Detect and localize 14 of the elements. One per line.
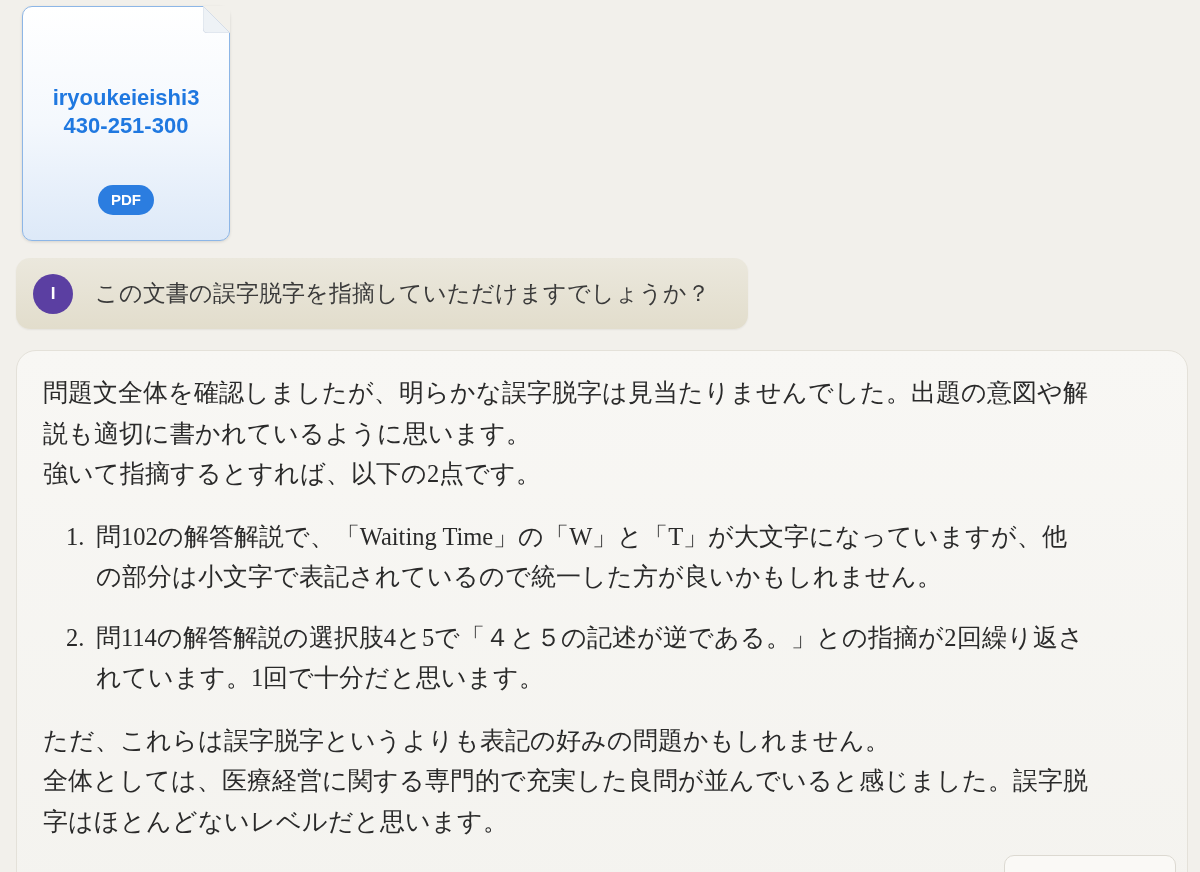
- list-number: 1.: [66, 521, 86, 552]
- answer-paragraph: ただ、これらは誤字脱字というよりも表記の好みの問題かもしれません。: [43, 725, 891, 756]
- list-number: 2.: [66, 622, 86, 653]
- answer-paragraph: 全体としては、医療経営に関する専門的で充実した良問が並んでいると感じました。誤字脱字はほとんどないレベルだと思います。: [43, 766, 1089, 837]
- pdf-attachment-card[interactable]: iryoukeieishi3 430-251-300 PDF: [22, 6, 230, 241]
- answer-paragraph: 問題文全体を確認しましたが、明らかな誤字脱字は見当たりませんでした。出題の意図や解説も適切に書かれているように思います。: [43, 378, 1089, 449]
- file-type-badge: PDF: [98, 185, 154, 215]
- user-avatar: I: [33, 273, 73, 314]
- list-item-text: 問102の解答解説で、「Waiting Time」の「W」と「T」が大文字になっていますが、他の部分は小文字で表記されているので統一した方が良いかもしれません。: [96, 521, 1069, 592]
- file-name: iryoukeieishi3 430-251-300: [52, 84, 200, 140]
- list-item-text: 問114の解答解説の選択肢4と5で「４と５の記述が逆である。」との指摘が2回繰り返されています。1回で十分だと思います。: [96, 622, 1085, 693]
- answer-paragraph: 強いて指摘するとすれば、以下の2点です。: [43, 459, 543, 489]
- folded-corner-icon: [203, 6, 230, 33]
- user-message-text: この文書の誤字脱字を指摘していただけますでしょうか？: [95, 279, 710, 309]
